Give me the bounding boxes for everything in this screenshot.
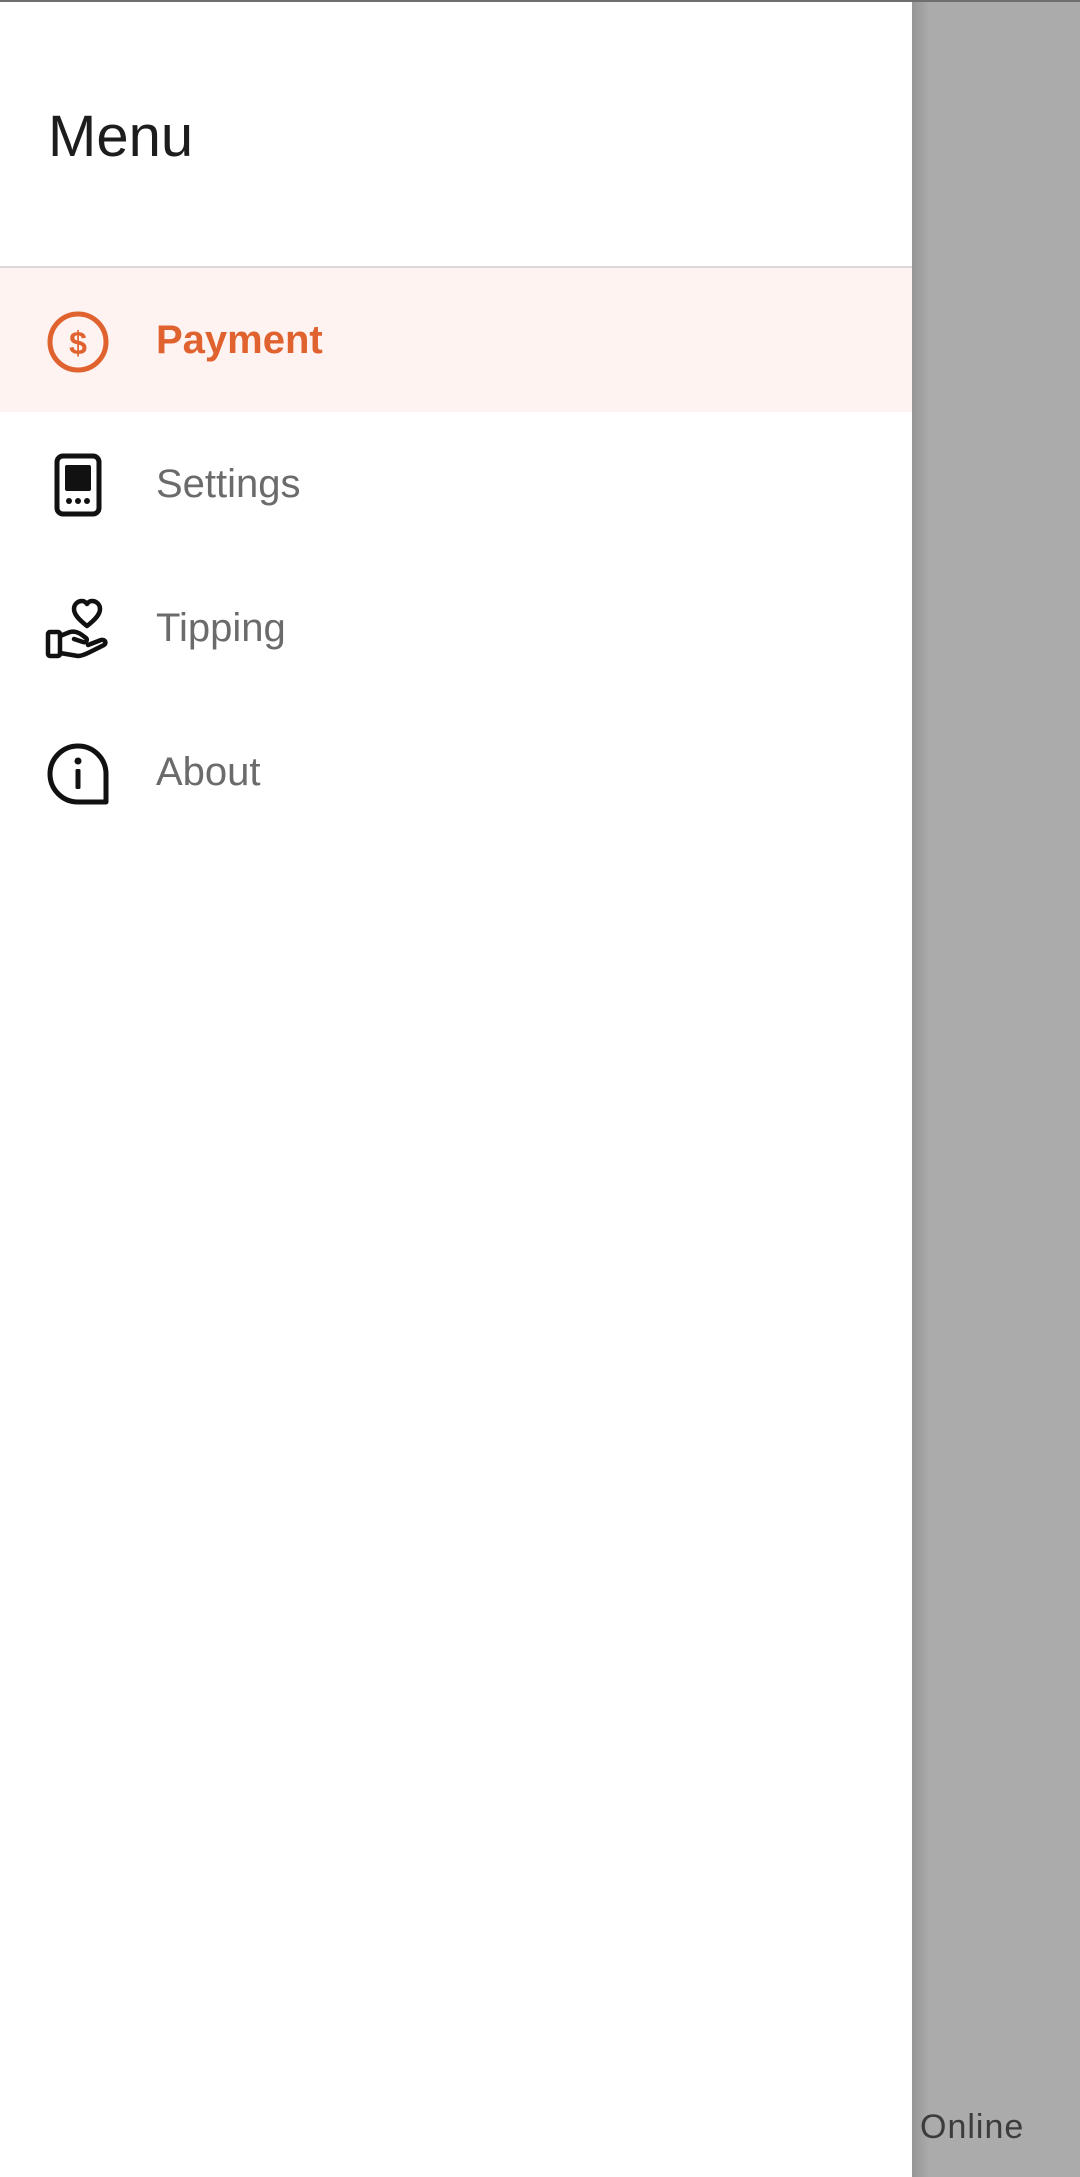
dollar-circle-icon: $ (44, 308, 112, 376)
status-text: Online (920, 2108, 1025, 2146)
drawer-header: Menu (0, 2, 912, 268)
hand-heart-icon (44, 596, 112, 664)
menu-item-settings[interactable]: Settings (0, 412, 912, 556)
menu-list: $ Payment Settings Tipping About (0, 268, 912, 844)
menu-item-label: About (156, 750, 261, 794)
drawer-scrim[interactable] (912, 2, 1080, 2177)
menu-item-label: Tipping (156, 606, 286, 650)
drawer-title: Menu (48, 104, 194, 169)
menu-item-payment[interactable]: $ Payment (0, 268, 912, 412)
menu-item-label: Payment (156, 318, 323, 362)
menu-item-tipping[interactable]: Tipping (0, 556, 912, 700)
menu-item-label: Settings (156, 462, 301, 506)
device-icon (44, 452, 112, 520)
svg-text:$: $ (69, 325, 87, 361)
menu-item-about[interactable]: About (0, 700, 912, 844)
drawer-shadow (912, 2, 930, 2177)
navigation-drawer: Menu $ Payment Settings Tipping About (0, 2, 912, 2177)
info-icon (44, 740, 112, 808)
